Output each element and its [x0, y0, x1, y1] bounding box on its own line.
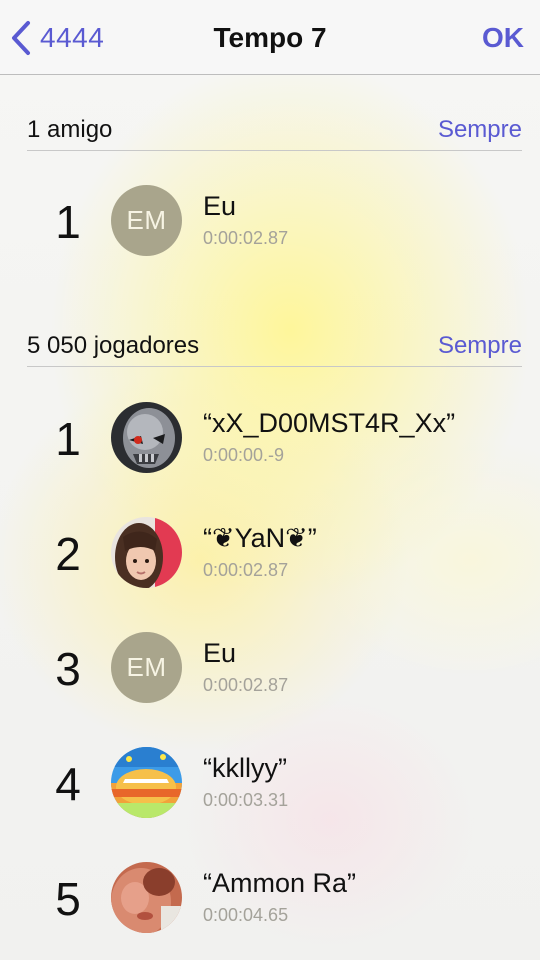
player-time: 0:00:02.87 — [203, 228, 289, 248]
players-section-header: 5 050 jogadores Sempre — [27, 326, 522, 367]
rank-number: 1 — [55, 413, 81, 465]
player-name: “xX_D00MST4R_Xx” — [203, 408, 456, 438]
avatar-sunset — [111, 747, 182, 818]
page-title: Tempo 7 — [213, 22, 327, 53]
friends-time-filter-button[interactable]: Sempre — [438, 116, 522, 144]
rank-number: 1 — [55, 196, 81, 248]
avatar: EM — [111, 185, 182, 256]
leaderboard-row[interactable]: 3 EM Eu 0:00:02.87 — [0, 612, 540, 722]
player-name: Eu — [203, 191, 237, 221]
avatar-skull — [111, 402, 182, 473]
player-name: “❦YaN❦” — [203, 523, 317, 553]
player-time: 0:00:03.31 — [203, 790, 289, 810]
player-time: 0:00:02.87 — [203, 675, 289, 695]
friend-row[interactable]: 1 EM Eu 0:00:02.87 — [0, 165, 540, 275]
player-name: “kkllyy” — [203, 753, 287, 783]
rank-number: 5 — [55, 873, 81, 925]
leaderboard-row[interactable]: 2 “❦YaN❦” 0:00:02.87 — [0, 497, 540, 607]
player-time: 0:00:00.-9 — [203, 445, 285, 465]
navigation-bar: 4444 Tempo 7 OK — [0, 0, 540, 75]
avatar-face — [111, 862, 182, 933]
avatar-girl — [111, 517, 182, 588]
avatar: EM — [111, 632, 182, 703]
rank-number: 4 — [55, 758, 81, 810]
friends-section-header: 1 amigo Sempre — [27, 110, 522, 151]
friends-section-title: 1 amigo — [27, 116, 113, 143]
leaderboard-row[interactable]: 4 “kkllyy” 0:00:03.31 — [0, 727, 540, 837]
players-section-title: 5 050 jogadores — [27, 332, 200, 359]
rank-number: 2 — [55, 528, 81, 580]
player-time: 0:00:04.65 — [203, 905, 289, 925]
player-time: 0:00:02.87 — [203, 560, 289, 580]
leaderboard-row[interactable]: 1 “xX_D00MST4R_Xx” 0:00:00.-9 — [0, 382, 540, 492]
players-time-filter-button[interactable]: Sempre — [438, 332, 522, 360]
player-name: “Ammon Ra” — [203, 868, 357, 898]
leaderboard-row[interactable]: 5 “Ammon Ra” 0:00:04.65 — [0, 842, 540, 952]
player-name: Eu — [203, 638, 237, 668]
rank-number: 3 — [55, 643, 81, 695]
ok-button[interactable]: OK — [482, 22, 524, 54]
